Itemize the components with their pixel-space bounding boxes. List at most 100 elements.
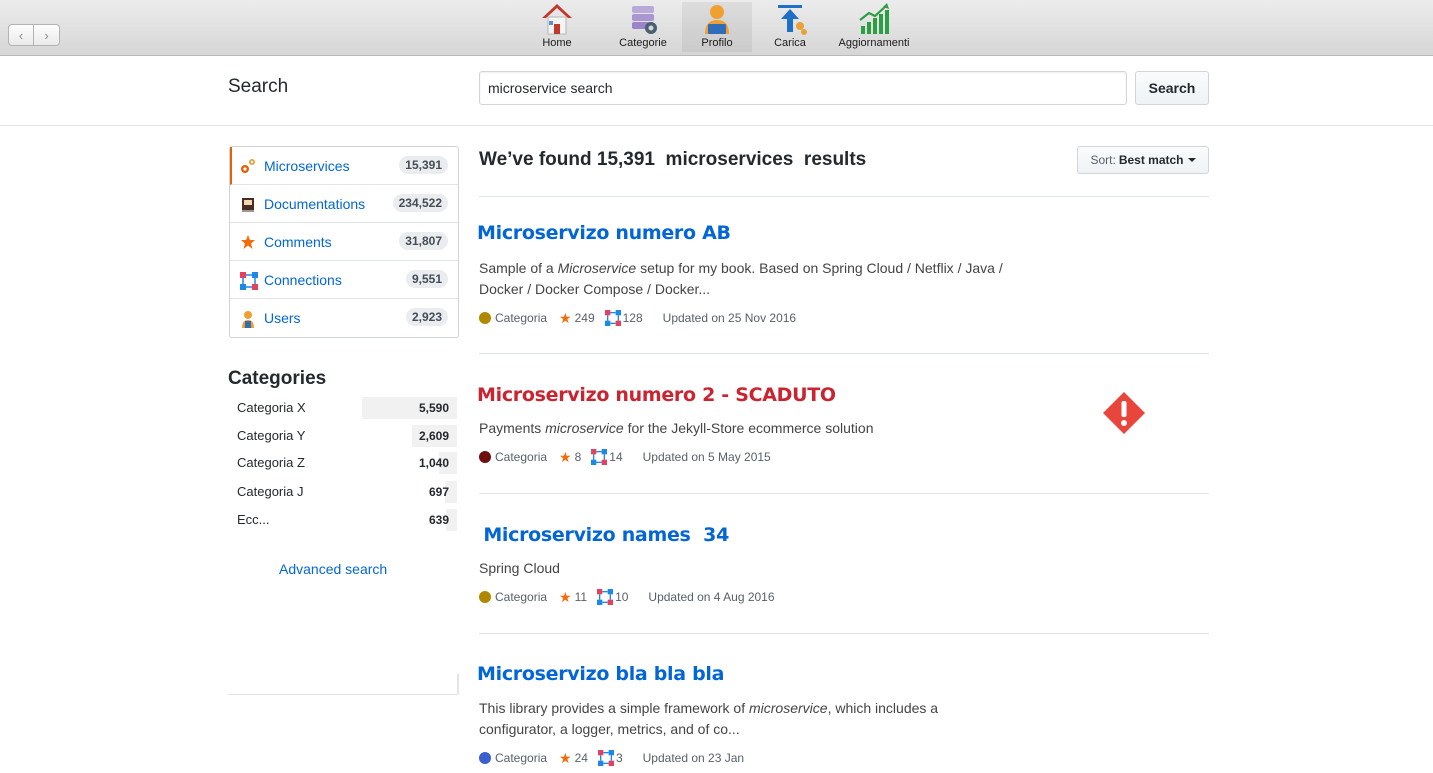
star-icon: ★	[559, 588, 572, 605]
toolbar-home-label: Home	[542, 37, 572, 49]
result-updated: Updated on 25 Nov 2016	[662, 311, 797, 325]
menu-item-counter: 2,923	[405, 308, 448, 326]
result-meta: Categoria ★ 8 14 Updated on 5 May 2015	[479, 449, 1217, 465]
menu-item-label: Users	[264, 310, 301, 326]
category-name: Ecc...	[237, 512, 270, 527]
toolbar-updates[interactable]: Aggiornamenti	[836, 2, 912, 52]
categories-title: Categories	[228, 368, 327, 389]
category-row[interactable]: Categoria X 5,590	[229, 397, 457, 419]
category-color-dot	[479, 752, 491, 764]
category-row[interactable]: Categoria Z 1,040	[229, 452, 457, 474]
menu-item-counter: 234,522	[392, 194, 448, 212]
category-row[interactable]: Categoria J 697	[229, 481, 457, 503]
category-name: Categoria X	[237, 400, 306, 415]
result-type-menu: Microservices 15,391 Documentations 234,…	[229, 146, 459, 338]
result-item: Microservizo bla bla bla This library pr…	[477, 663, 1217, 766]
result-stars[interactable]: 24	[575, 751, 588, 765]
menu-item-counter: 9,551	[405, 270, 448, 288]
result-connections[interactable]: 128	[623, 311, 643, 325]
network-icon	[597, 589, 614, 605]
results-heading: We’ve found 15,391 microservices results	[479, 149, 867, 170]
sort-dropdown[interactable]: Sort: Best match	[1077, 146, 1209, 174]
caret-down-icon	[1187, 158, 1196, 162]
category-count: 5,590	[418, 401, 449, 415]
search-input[interactable]	[479, 71, 1127, 105]
menu-item-users[interactable]: Users 2,923	[230, 299, 458, 337]
divider	[228, 694, 458, 695]
result-title-link[interactable]: Microservizo names 34	[477, 524, 1217, 546]
toolbar-home[interactable]: Home	[537, 2, 577, 52]
category-count: 2,609	[418, 429, 449, 443]
user-icon	[240, 310, 256, 328]
menu-item-connections[interactable]: Connections 9,551	[230, 261, 458, 299]
menu-item-documentations[interactable]: Documentations 234,522	[230, 185, 458, 223]
result-connections[interactable]: 10	[615, 590, 628, 604]
menu-item-comments[interactable]: Comments 31,807	[230, 223, 458, 261]
search-button[interactable]: Search	[1135, 71, 1209, 105]
divider	[479, 493, 1209, 494]
result-description: Sample of a Microservice setup for my bo…	[479, 260, 1003, 297]
menu-item-label: Comments	[264, 233, 332, 250]
result-stars[interactable]: 11	[575, 590, 587, 604]
network-icon	[240, 272, 258, 290]
result-updated: Updated on 5 May 2015	[642, 450, 771, 464]
category-count: 697	[428, 485, 449, 499]
result-connections[interactable]: 14	[609, 450, 622, 464]
result-updated: Updated on 23 Jan	[642, 751, 745, 765]
search-title: Search	[228, 76, 289, 97]
category-name: Categoria Y	[237, 428, 306, 443]
result-updated: Updated on 4 Aug 2016	[648, 590, 775, 604]
divider	[479, 196, 1209, 197]
category-color-dot	[479, 451, 491, 463]
result-stars[interactable]: 249	[575, 311, 595, 325]
menu-item-counter: 31,807	[399, 232, 448, 250]
result-title-link[interactable]: Microservizo bla bla bla	[477, 663, 1217, 685]
toolbar-upload[interactable]: Carica	[770, 2, 810, 52]
toolbar-categories-label: Categorie	[619, 37, 667, 49]
result-category[interactable]: Categoria	[495, 590, 547, 604]
gears-icon	[240, 158, 256, 174]
result-meta: Categoria ★ 249 128 Updated on 25 Nov 20…	[479, 310, 1217, 326]
result-description: Payments microservice for the Jekyll-Sto…	[479, 420, 874, 436]
toolbar-categories[interactable]: Categorie	[615, 2, 671, 52]
home-icon	[540, 2, 574, 36]
category-name: Categoria J	[237, 484, 304, 499]
menu-item-counter: 15,391	[399, 156, 448, 174]
star-icon	[240, 234, 256, 250]
category-name: Categoria Z	[237, 455, 305, 470]
star-icon: ★	[559, 309, 572, 326]
forward-button[interactable]: ›	[34, 24, 60, 46]
divider	[479, 633, 1209, 634]
result-meta: Categoria ★ 24 3 Updated on 23 Jan	[479, 750, 1217, 766]
result-item: Microservizo numero AB Sample of a Micro…	[477, 222, 1217, 326]
sort-prefix: Sort:	[1090, 153, 1116, 167]
network-icon	[591, 449, 608, 465]
advanced-search-link[interactable]: Advanced search	[279, 561, 387, 577]
upload-icon	[773, 2, 807, 36]
sort-value: Best match	[1118, 153, 1184, 167]
menu-item-label: Documentations	[264, 195, 366, 212]
toolbar-profile-label: Profilo	[701, 37, 733, 49]
toolbar-updates-label: Aggiornamenti	[838, 37, 910, 49]
result-item: Microservizo names 34 Spring Cloud Categ…	[477, 524, 1217, 605]
window-toolbar: ‹ › Home Categorie Profilo Carica Aggior…	[0, 0, 1433, 56]
back-button[interactable]: ‹	[8, 24, 34, 46]
result-stars[interactable]: 8	[575, 450, 582, 464]
warning-icon	[1102, 391, 1146, 435]
category-color-dot	[479, 591, 491, 603]
category-row[interactable]: Categoria Y 2,609	[229, 425, 457, 447]
profile-icon	[700, 2, 734, 36]
result-category[interactable]: Categoria	[495, 450, 547, 464]
divider	[479, 353, 1209, 354]
result-category[interactable]: Categoria	[495, 311, 547, 325]
divider	[457, 674, 459, 694]
category-row[interactable]: Ecc... 639	[229, 509, 457, 531]
menu-item-label: Microservices	[264, 157, 350, 174]
category-count: 639	[428, 513, 449, 527]
menu-item-microservices[interactable]: Microservices 15,391	[230, 147, 458, 185]
category-color-dot	[479, 312, 491, 324]
result-title-link[interactable]: Microservizo numero AB	[477, 222, 1217, 244]
result-category[interactable]: Categoria	[495, 751, 547, 765]
toolbar-profile[interactable]: Profilo	[682, 2, 752, 52]
result-connections[interactable]: 3	[616, 751, 623, 765]
